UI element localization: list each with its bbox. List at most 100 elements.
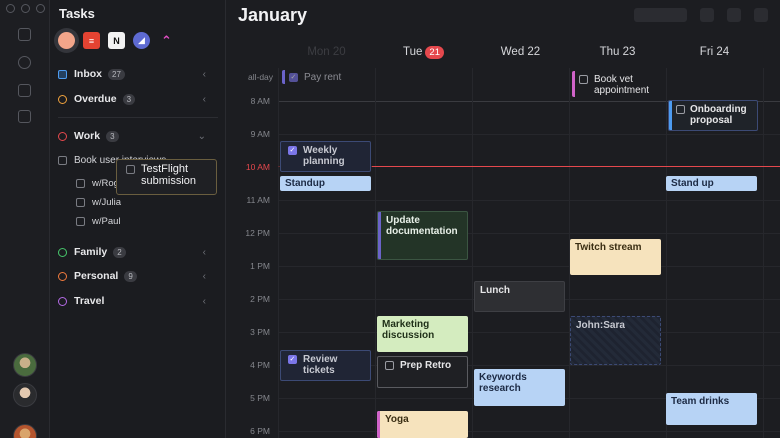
event-checkbox[interactable] bbox=[385, 361, 394, 370]
event-title: Weekly planning bbox=[303, 145, 345, 167]
sidebar-item-overdue[interactable]: Overdue 3 ‹ bbox=[58, 90, 218, 108]
event-twitch-stream[interactable]: Twitch stream bbox=[570, 239, 661, 275]
event-pay-rent[interactable]: Pay rent bbox=[282, 70, 372, 84]
hour-label: 12 PM bbox=[245, 228, 270, 238]
chevron-left-icon[interactable]: ‹ bbox=[203, 94, 206, 105]
chevron-left-icon[interactable]: ‹ bbox=[203, 69, 206, 80]
event-keywords-research[interactable]: Keywords research bbox=[474, 369, 565, 406]
linear-app-icon[interactable]: ◢ bbox=[133, 32, 150, 49]
circle-app-icon[interactable] bbox=[58, 32, 75, 49]
subtask-item[interactable]: w/Julia bbox=[76, 193, 121, 211]
today-button[interactable] bbox=[634, 8, 687, 22]
subtask-item[interactable]: w/Paul bbox=[76, 212, 121, 230]
event-update-documentation[interactable]: Update documentation bbox=[377, 211, 468, 260]
event-title: John:Sara bbox=[576, 320, 625, 331]
event-john-sara[interactable]: John:Sara bbox=[570, 316, 661, 365]
sidebar-item-label: Overdue bbox=[74, 93, 117, 105]
event-stand-up[interactable]: Stand up bbox=[666, 176, 757, 191]
count-badge: 3 bbox=[122, 93, 136, 105]
grid-line bbox=[278, 200, 780, 201]
current-time-indicator bbox=[372, 166, 780, 167]
event-title: Marketing discussion bbox=[382, 319, 435, 341]
hour-label: 11 AM bbox=[246, 195, 270, 205]
grid-line bbox=[666, 68, 667, 438]
stack-nav-icon[interactable] bbox=[18, 56, 31, 69]
chevron-left-icon[interactable]: ‹ bbox=[203, 296, 206, 307]
close-window-button[interactable] bbox=[6, 4, 15, 13]
event-color-bar bbox=[572, 71, 575, 97]
calendar-view: January Mon 20 Tue 21 Wed 22 Thu 23 Fri 2… bbox=[226, 0, 780, 438]
grid-line bbox=[763, 68, 764, 438]
event-title: Book vet appointment bbox=[594, 74, 650, 96]
event-title: Team drinks bbox=[671, 396, 730, 407]
event-lunch[interactable]: Lunch bbox=[474, 281, 565, 312]
hour-label: 4 PM bbox=[250, 360, 270, 370]
clickup-app-icon[interactable]: ⌃ bbox=[158, 32, 175, 49]
avatar[interactable] bbox=[13, 383, 37, 407]
day-header-tue: Tue 21 bbox=[375, 46, 472, 59]
sidebar-item-label: Inbox bbox=[74, 68, 102, 80]
event-marketing-discussion[interactable]: Marketing discussion bbox=[377, 316, 468, 352]
notion-app-icon[interactable]: N bbox=[108, 32, 125, 49]
event-title: Standup bbox=[285, 178, 325, 189]
event-title: Onboarding proposal bbox=[690, 104, 747, 126]
minimize-window-button[interactable] bbox=[21, 4, 30, 13]
subtask-label: w/Julia bbox=[92, 196, 122, 208]
inbox-icon bbox=[58, 69, 67, 79]
count-badge: 3 bbox=[106, 130, 119, 142]
subtask-checkbox[interactable] bbox=[76, 178, 85, 188]
avatar[interactable] bbox=[13, 353, 37, 377]
event-checkbox[interactable] bbox=[676, 105, 685, 114]
app-rail bbox=[0, 0, 50, 438]
event-yoga[interactable]: Yoga bbox=[377, 411, 468, 438]
settings-button[interactable] bbox=[754, 8, 768, 22]
event-onboarding-proposal[interactable]: Onboarding proposal bbox=[668, 100, 758, 131]
day-header-wed: Wed 22 bbox=[500, 46, 541, 58]
sidebar-item-work[interactable]: Work 3 ⌄ bbox=[58, 127, 218, 145]
archive-nav-icon[interactable] bbox=[18, 84, 31, 97]
subtask-checkbox[interactable] bbox=[76, 216, 85, 226]
hour-label: 3 PM bbox=[250, 327, 270, 337]
sidebar-item-personal[interactable]: Personal 9 ‹ bbox=[58, 267, 218, 285]
sidebar-item-family[interactable]: Family 2 ‹ bbox=[58, 243, 218, 261]
todoist-app-icon[interactable]: ≡ bbox=[83, 32, 100, 49]
event-review-tickets[interactable]: Review tickets bbox=[280, 350, 371, 381]
tasks-nav-icon[interactable] bbox=[18, 28, 31, 41]
hour-label: 8 AM bbox=[250, 96, 270, 106]
subtask-checkbox[interactable] bbox=[76, 197, 85, 207]
list-color-icon bbox=[58, 131, 67, 141]
event-checkbox[interactable] bbox=[288, 145, 297, 156]
event-book-vet[interactable]: Book vet appointment bbox=[572, 71, 664, 97]
event-checkbox[interactable] bbox=[288, 354, 297, 365]
window-controls[interactable] bbox=[6, 4, 45, 13]
sidebar-item-inbox[interactable]: Inbox 27 ‹ bbox=[58, 65, 218, 83]
event-weekly-planning[interactable]: Weekly planning bbox=[280, 141, 371, 172]
sidebar-item-travel[interactable]: Travel ‹ bbox=[58, 292, 218, 310]
stats-nav-icon[interactable] bbox=[18, 110, 31, 123]
maximize-window-button[interactable] bbox=[36, 4, 45, 13]
prev-week-button[interactable] bbox=[700, 8, 714, 22]
event-color-bar bbox=[377, 411, 380, 438]
avatar[interactable] bbox=[13, 424, 37, 438]
dragging-task-card[interactable]: TestFlight submission bbox=[116, 159, 217, 195]
hour-label: 10 AM bbox=[245, 162, 270, 172]
chevron-left-icon[interactable]: ‹ bbox=[203, 247, 206, 258]
grid-line bbox=[472, 68, 473, 438]
event-prep-retro[interactable]: Prep Retro bbox=[377, 356, 468, 388]
next-week-button[interactable] bbox=[727, 8, 741, 22]
count-badge: 2 bbox=[113, 246, 126, 258]
grid-line bbox=[278, 266, 780, 267]
event-checkbox[interactable] bbox=[579, 75, 588, 84]
event-standup[interactable]: Standup bbox=[280, 176, 371, 191]
event-color-bar bbox=[378, 212, 381, 259]
chevron-left-icon[interactable]: ‹ bbox=[203, 271, 206, 282]
integration-switcher: ≡ N ◢ ⌃ bbox=[58, 32, 175, 49]
day-header-mon: Mon 20 bbox=[307, 46, 346, 58]
task-checkbox[interactable] bbox=[126, 165, 135, 174]
event-team-drinks[interactable]: Team drinks bbox=[666, 393, 757, 425]
event-checkbox[interactable] bbox=[289, 72, 298, 83]
task-checkbox[interactable] bbox=[58, 155, 67, 165]
chevron-down-icon[interactable]: ⌄ bbox=[198, 131, 206, 142]
event-title: Update documentation bbox=[386, 215, 458, 237]
sidebar-title: Tasks bbox=[59, 6, 95, 21]
